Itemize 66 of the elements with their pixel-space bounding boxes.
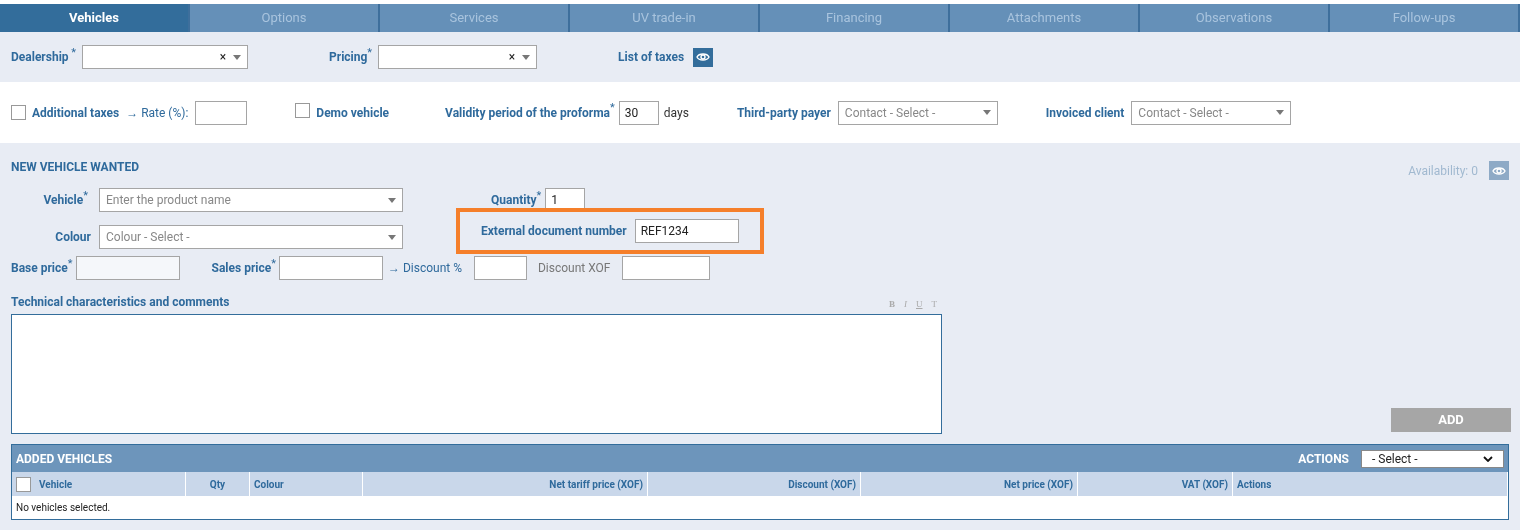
column-header: Net tariff price (XOF) [363,472,648,496]
checkbox-label: Demo vehicle [316,104,390,122]
field-label: → Discount % [387,260,462,277]
chevron-down-icon [1483,455,1493,462]
column-header: Actions [1233,472,1508,496]
column-header: Discount (XOF) [648,472,861,496]
clear-icon[interactable]: × [508,51,516,63]
tab[interactable]: Options [190,4,380,32]
table-title: ADDED VEHICLES [16,450,113,468]
field-label: Colour [54,229,91,246]
caret-icon [1276,110,1285,115]
field-label: Technical characteristics and comments [11,294,230,311]
caret-icon [388,234,396,240]
caret-icon [982,110,991,115]
tab[interactable]: Vehicles [0,4,190,32]
tab[interactable]: Services [380,4,570,32]
tab[interactable]: Follow-ups [1330,4,1520,32]
format-button[interactable]: B [889,297,895,311]
column-header: Net price (XOF) [861,472,1078,496]
checkbox[interactable] [16,476,31,492]
tab[interactable]: Attachments [950,4,1140,32]
format-button[interactable]: I [904,297,907,311]
input-field[interactable]: 30 [618,100,659,125]
input-field[interactable] [473,256,527,280]
eye-icon[interactable] [1489,161,1509,180]
select-field[interactable]: Colour - Select - [99,225,403,249]
checkbox[interactable] [295,102,311,118]
select-field[interactable]: Enter the product name [99,188,403,212]
field-label: External document number [481,223,627,240]
caret-icon [522,54,531,60]
format-button[interactable]: U [916,297,923,311]
field-label: → Rate (%): [126,104,189,122]
column-header: Colour [250,472,363,496]
caret-icon [388,197,396,203]
input-field[interactable] [621,256,710,280]
input-field[interactable] [75,256,180,280]
field-label: Discount XOF [537,260,611,277]
field-label: Invoiced client [1045,104,1125,122]
caret-icon [233,54,242,60]
input-field[interactable] [195,100,248,125]
section-title: NEW VEHICLE WANTED [11,158,139,176]
select-field[interactable]: Contact - Select - [1131,100,1292,125]
input-field[interactable]: REF1234 [634,219,739,243]
select-field[interactable]: Contact - Select - [837,100,998,125]
format-button[interactable]: T [931,297,937,311]
field-label: Third-party payer [736,104,831,122]
tab[interactable]: Financing [760,4,950,32]
actions-label: ACTIONS [1298,450,1349,468]
eye-icon[interactable] [693,47,714,67]
actions-select[interactable]: - Select - [1361,449,1504,468]
tab[interactable]: UV trade-in [570,4,760,32]
checkbox-label: Additional taxes [32,104,120,122]
taxes-link[interactable]: List of taxes [618,48,685,66]
input-field[interactable] [278,256,383,280]
empty-message: No vehicles selected. [15,501,112,515]
select-field[interactable]: × [378,45,538,69]
column-header: Qty [186,472,250,496]
tab[interactable]: Observations [1140,4,1330,32]
column-header: VAT (XOF) [1078,472,1233,496]
add-button[interactable]: ADD [1391,408,1511,432]
checkbox[interactable] [11,105,26,120]
column-header: Vehicle [12,472,186,496]
clear-icon[interactable]: × [219,51,227,63]
availability-text: Availability: 0 [1408,162,1478,180]
select-field[interactable]: × [82,45,249,69]
unit-label: days [663,104,689,122]
